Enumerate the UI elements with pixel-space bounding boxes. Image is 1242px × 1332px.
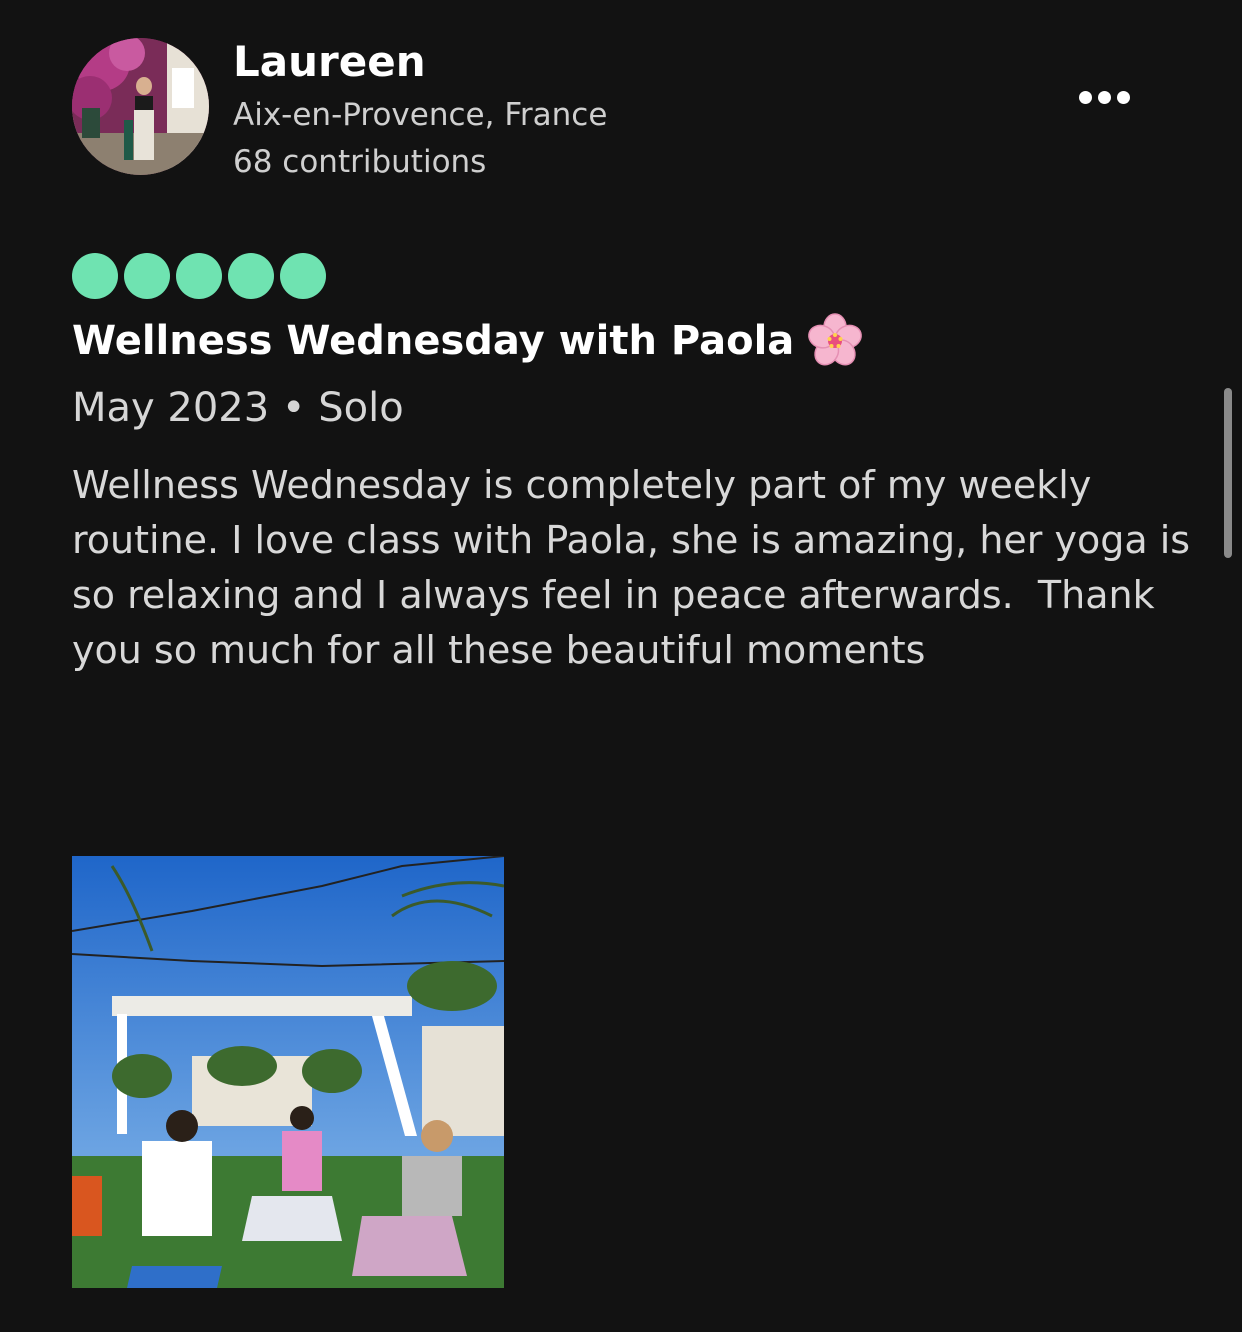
cherry-blossom-icon	[806, 312, 864, 370]
rating-bubble-icon	[280, 253, 326, 299]
more-options-icon[interactable]	[1072, 80, 1136, 114]
rating-bubbles	[72, 253, 326, 299]
review-title[interactable]: Wellness Wednesday with Paola	[72, 312, 864, 370]
rating-bubble-icon	[72, 253, 118, 299]
rating-bubble-icon	[176, 253, 222, 299]
scrollbar[interactable]	[1224, 388, 1232, 558]
avatar[interactable]	[72, 38, 209, 175]
reviewer-location: Aix-en-Provence, France	[233, 97, 608, 133]
review-card: Laureen Aix-en-Provence, France 68 contr…	[0, 0, 1242, 1332]
review-date-and-trip-type: May 2023 • Solo	[72, 385, 404, 431]
rating-bubble-icon	[228, 253, 274, 299]
reviewer-contributions: 68 contributions	[233, 144, 487, 180]
review-body: Wellness Wednesday is completely part of…	[72, 463, 1203, 672]
review-title-text: Wellness Wednesday with Paola	[72, 318, 795, 364]
review-photo[interactable]	[72, 856, 504, 1288]
reviewer-name[interactable]: Laureen	[233, 38, 426, 86]
rating-bubble-icon	[124, 253, 170, 299]
